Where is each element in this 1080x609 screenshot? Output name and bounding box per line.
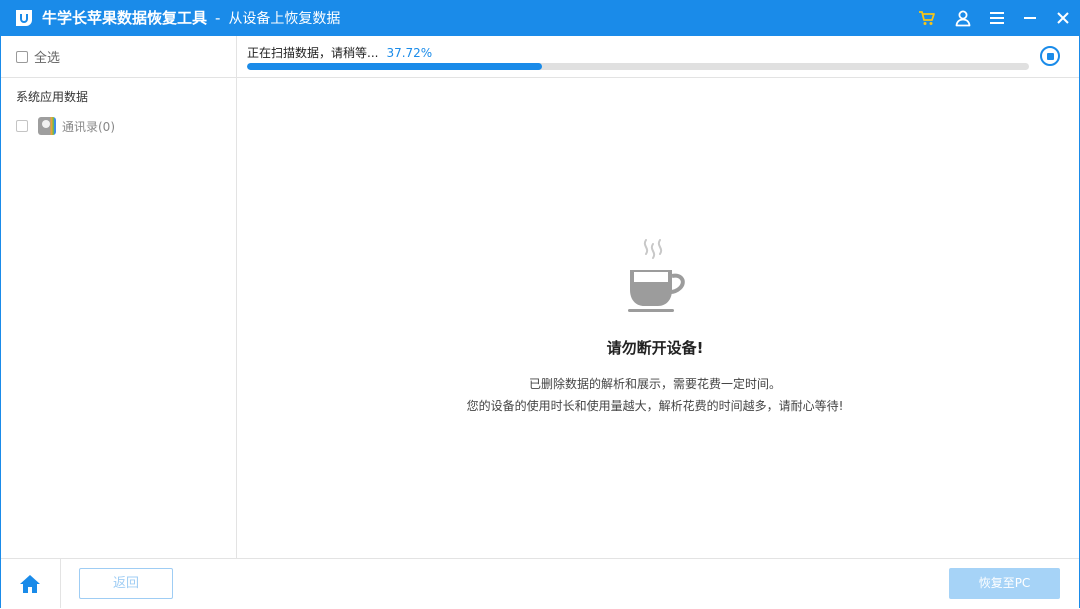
sidebar-item-contacts[interactable]: 通讯录(0) xyxy=(16,116,115,136)
back-button[interactable]: 返回 xyxy=(79,568,173,599)
cart-icon[interactable] xyxy=(917,8,937,28)
menu-icon[interactable] xyxy=(987,8,1007,28)
select-all-checkbox[interactable] xyxy=(16,50,28,63)
title-subtitle: 从设备上恢复数据 xyxy=(228,11,341,27)
category-title: 系统应用数据 xyxy=(16,90,89,104)
progress-bar-fill xyxy=(247,63,542,70)
title-bar: 牛学长苹果数据恢复工具 - 从设备上恢复数据 xyxy=(0,0,1080,36)
home-icon[interactable] xyxy=(19,573,41,595)
close-icon[interactable] xyxy=(1053,8,1073,28)
scan-status: 正在扫描数据，请稍等... 37.72% xyxy=(247,44,432,61)
window-title: 牛学长苹果数据恢复工具 - 从设备上恢复数据 xyxy=(42,0,340,36)
scan-status-text: 正在扫描数据，请稍等... xyxy=(247,46,379,60)
contacts-checkbox[interactable] xyxy=(16,120,28,132)
stop-scan-button[interactable] xyxy=(1040,46,1060,66)
progress-bar xyxy=(247,63,1029,70)
message-line-2: 您的设备的使用时长和使用量越大，解析花费的时间越多，请耐心等待! xyxy=(466,399,844,413)
app-logo-icon xyxy=(16,10,32,26)
contacts-icon xyxy=(38,117,56,135)
sidebar: 全选 系统应用数据 通讯录(0) xyxy=(1,36,237,558)
coffee-cup-icon xyxy=(628,239,685,312)
user-icon[interactable] xyxy=(953,8,973,28)
title-separator: - xyxy=(215,9,221,27)
minimize-icon[interactable] xyxy=(1020,8,1040,28)
footer-divider xyxy=(60,559,61,608)
message-line-1: 已删除数据的解析和展示，需要花费一定时间。 xyxy=(528,377,781,391)
message-title: 请勿断开设备! xyxy=(606,339,704,357)
recover-to-pc-button[interactable]: 恢复至PC xyxy=(949,568,1060,599)
scan-progress-area: 正在扫描数据，请稍等... 37.72% xyxy=(237,36,1079,78)
scan-percent: 37.72% xyxy=(386,46,433,60)
select-all-row[interactable]: 全选 xyxy=(1,36,236,78)
contacts-label: 通讯录(0) xyxy=(62,119,115,134)
footer-bar: 返回 恢复至PC xyxy=(1,558,1079,608)
select-all-label: 全选 xyxy=(34,51,61,66)
app-name: 牛学长苹果数据恢复工具 xyxy=(42,9,208,27)
